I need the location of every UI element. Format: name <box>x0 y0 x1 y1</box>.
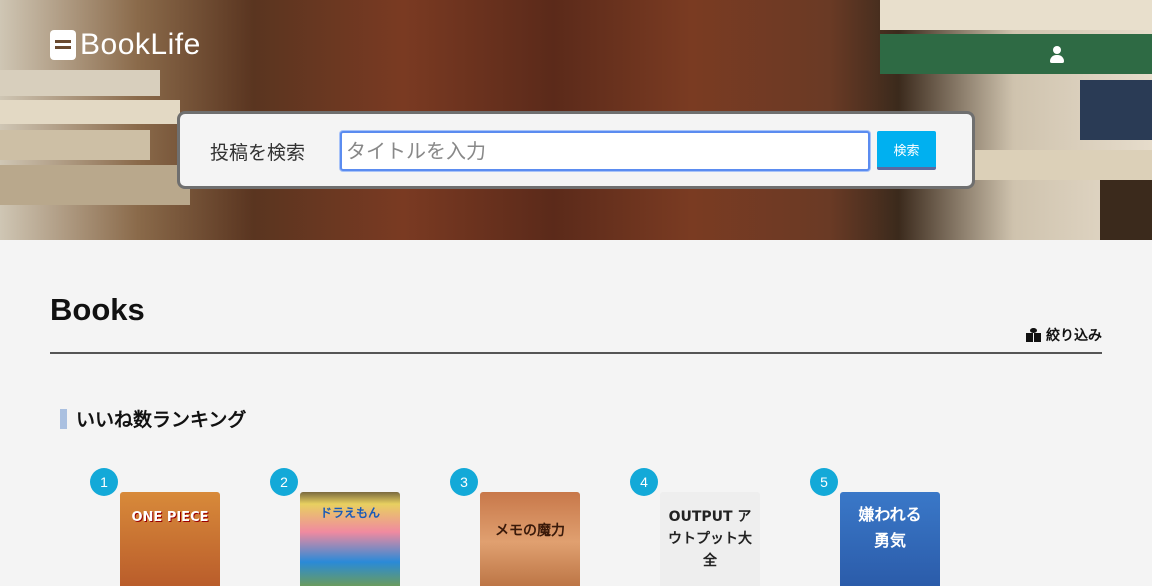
book-cover[interactable]: メモの魔力 <box>480 492 580 586</box>
search-button[interactable]: 検索 <box>877 131 936 170</box>
filter-label: 絞り込み <box>1046 328 1102 344</box>
app-logo[interactable]: BookLife <box>50 28 201 62</box>
search-panel: 投稿を検索 検索 <box>177 111 975 189</box>
rank-badge: 3 <box>450 468 478 496</box>
filter-button[interactable]: 絞り込み <box>1026 325 1102 345</box>
app-title: BookLife <box>80 28 201 61</box>
bg-book <box>880 34 1152 74</box>
bg-book <box>0 130 150 160</box>
filter-icon <box>1026 328 1041 342</box>
book-cover[interactable]: 嫌われる勇気 <box>840 492 940 586</box>
bg-book <box>0 165 190 205</box>
rank-badge: 1 <box>90 468 118 496</box>
book-cover[interactable]: ドラえもん <box>300 492 400 586</box>
ranking-item[interactable]: 1 ONE PIECE <box>90 468 230 586</box>
ranking-section-header: いいね数ランキング <box>60 405 246 432</box>
section-bar <box>60 408 67 429</box>
rank-badge: 5 <box>810 468 838 496</box>
bg-book <box>0 100 180 124</box>
rank-badge: 4 <box>630 468 658 496</box>
bg-book <box>1100 180 1152 240</box>
book-cover[interactable]: ONE PIECE <box>120 492 220 586</box>
page-title: Books <box>50 292 145 327</box>
book-icon <box>50 30 76 60</box>
search-label: 投稿を検索 <box>210 142 306 164</box>
book-cover[interactable]: OUTPUT アウトプット大全 <box>660 492 760 586</box>
ranking-item[interactable]: 2 ドラえもん <box>270 468 410 586</box>
bg-book <box>0 70 160 96</box>
divider <box>50 352 1102 354</box>
ranking-item[interactable]: 4 OUTPUT アウトプット大全 <box>630 468 770 586</box>
hero-banner: BookLife 投稿を検索 検索 <box>0 0 1152 240</box>
user-icon[interactable] <box>1049 46 1065 64</box>
ranking-item[interactable]: 5 嫌われる勇気 <box>810 468 950 586</box>
bg-book <box>1080 80 1152 140</box>
search-input[interactable] <box>340 131 870 171</box>
ranking-item[interactable]: 3 メモの魔力 <box>450 468 590 586</box>
bg-book <box>880 0 1152 30</box>
rank-badge: 2 <box>270 468 298 496</box>
ranking-title: いいね数ランキング <box>76 409 247 431</box>
